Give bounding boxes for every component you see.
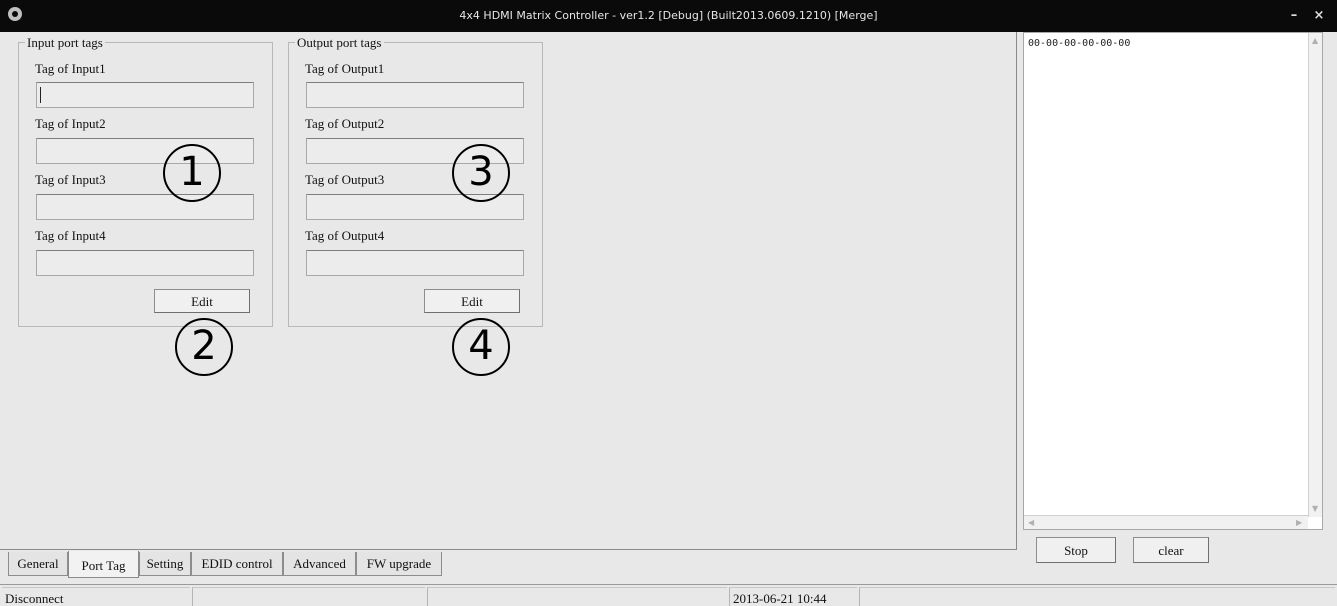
input-port-tags-group: Input port tags Tag of Input1 Tag of Inp… bbox=[18, 35, 273, 327]
tab-fw-upgrade[interactable]: FW upgrade bbox=[356, 552, 442, 576]
input2-label: Tag of Input2 bbox=[35, 116, 106, 131]
tab-setting[interactable]: Setting bbox=[139, 552, 191, 576]
callout-2: 2 bbox=[175, 318, 233, 376]
callout-3: 3 bbox=[452, 144, 510, 202]
window-title: 4x4 HDMI Matrix Controller - ver1.2 [Deb… bbox=[459, 9, 878, 22]
callout-1: 1 bbox=[163, 144, 221, 202]
tab-port-tag[interactable]: Port Tag bbox=[68, 551, 139, 578]
input4-tag-field[interactable] bbox=[36, 250, 254, 276]
callout-4: 4 bbox=[452, 318, 510, 376]
clear-button[interactable]: clear bbox=[1133, 537, 1209, 563]
tab-advanced[interactable]: Advanced bbox=[283, 552, 356, 576]
text-caret bbox=[40, 87, 41, 103]
output1-tag-field[interactable] bbox=[306, 82, 524, 108]
stop-button[interactable]: Stop bbox=[1036, 537, 1116, 563]
input4-label: Tag of Input4 bbox=[35, 228, 106, 243]
output1-label: Tag of Output1 bbox=[305, 61, 385, 76]
input1-label: Tag of Input1 bbox=[35, 61, 106, 76]
input-port-tags-legend: Input port tags bbox=[25, 35, 105, 51]
input1-tag-field[interactable] bbox=[36, 82, 254, 108]
output4-label: Tag of Output4 bbox=[305, 228, 385, 243]
connection-status: Disconnect bbox=[2, 587, 190, 606]
status-cell-empty-2 bbox=[427, 587, 727, 606]
minimize-button[interactable]: – bbox=[1286, 8, 1302, 24]
log-vertical-scrollbar[interactable]: ▲ ▼ bbox=[1308, 33, 1322, 517]
status-bar: Disconnect 2013-06-21 10:44 bbox=[0, 584, 1337, 606]
input3-label: Tag of Input3 bbox=[35, 172, 106, 187]
scroll-left-arrow-icon[interactable]: ◀ bbox=[1028, 519, 1036, 527]
input-edit-button[interactable]: Edit bbox=[154, 289, 250, 313]
status-cell-empty-1 bbox=[192, 587, 425, 606]
status-cell-empty-3 bbox=[859, 587, 1335, 606]
close-button[interactable]: × bbox=[1311, 8, 1327, 24]
output-edit-button[interactable]: Edit bbox=[424, 289, 520, 313]
output3-label: Tag of Output3 bbox=[305, 172, 385, 187]
scroll-right-arrow-icon[interactable]: ▶ bbox=[1296, 519, 1304, 527]
output4-tag-field[interactable] bbox=[306, 250, 524, 276]
output-port-tags-legend: Output port tags bbox=[295, 35, 384, 51]
input3-tag-field[interactable] bbox=[36, 194, 254, 220]
log-text: 00-00-00-00-00-00 bbox=[1028, 38, 1131, 49]
log-horizontal-scrollbar[interactable]: ◀ ▶ bbox=[1024, 515, 1308, 529]
status-datetime: 2013-06-21 10:44 bbox=[729, 587, 857, 606]
title-bar: 4x4 HDMI Matrix Controller - ver1.2 [Deb… bbox=[0, 0, 1337, 32]
scroll-up-arrow-icon[interactable]: ▲ bbox=[1312, 37, 1320, 45]
port-tag-panel: Input port tags Tag of Input1 Tag of Inp… bbox=[0, 32, 1017, 550]
tab-general[interactable]: General bbox=[8, 552, 68, 576]
output2-label: Tag of Output2 bbox=[305, 116, 385, 131]
scroll-down-arrow-icon[interactable]: ▼ bbox=[1312, 505, 1320, 513]
input2-tag-field[interactable] bbox=[36, 138, 254, 164]
log-output-area[interactable]: 00-00-00-00-00-00 ▲ ▼ ◀ ▶ bbox=[1023, 32, 1323, 530]
tab-edid-control[interactable]: EDID control bbox=[191, 552, 283, 576]
